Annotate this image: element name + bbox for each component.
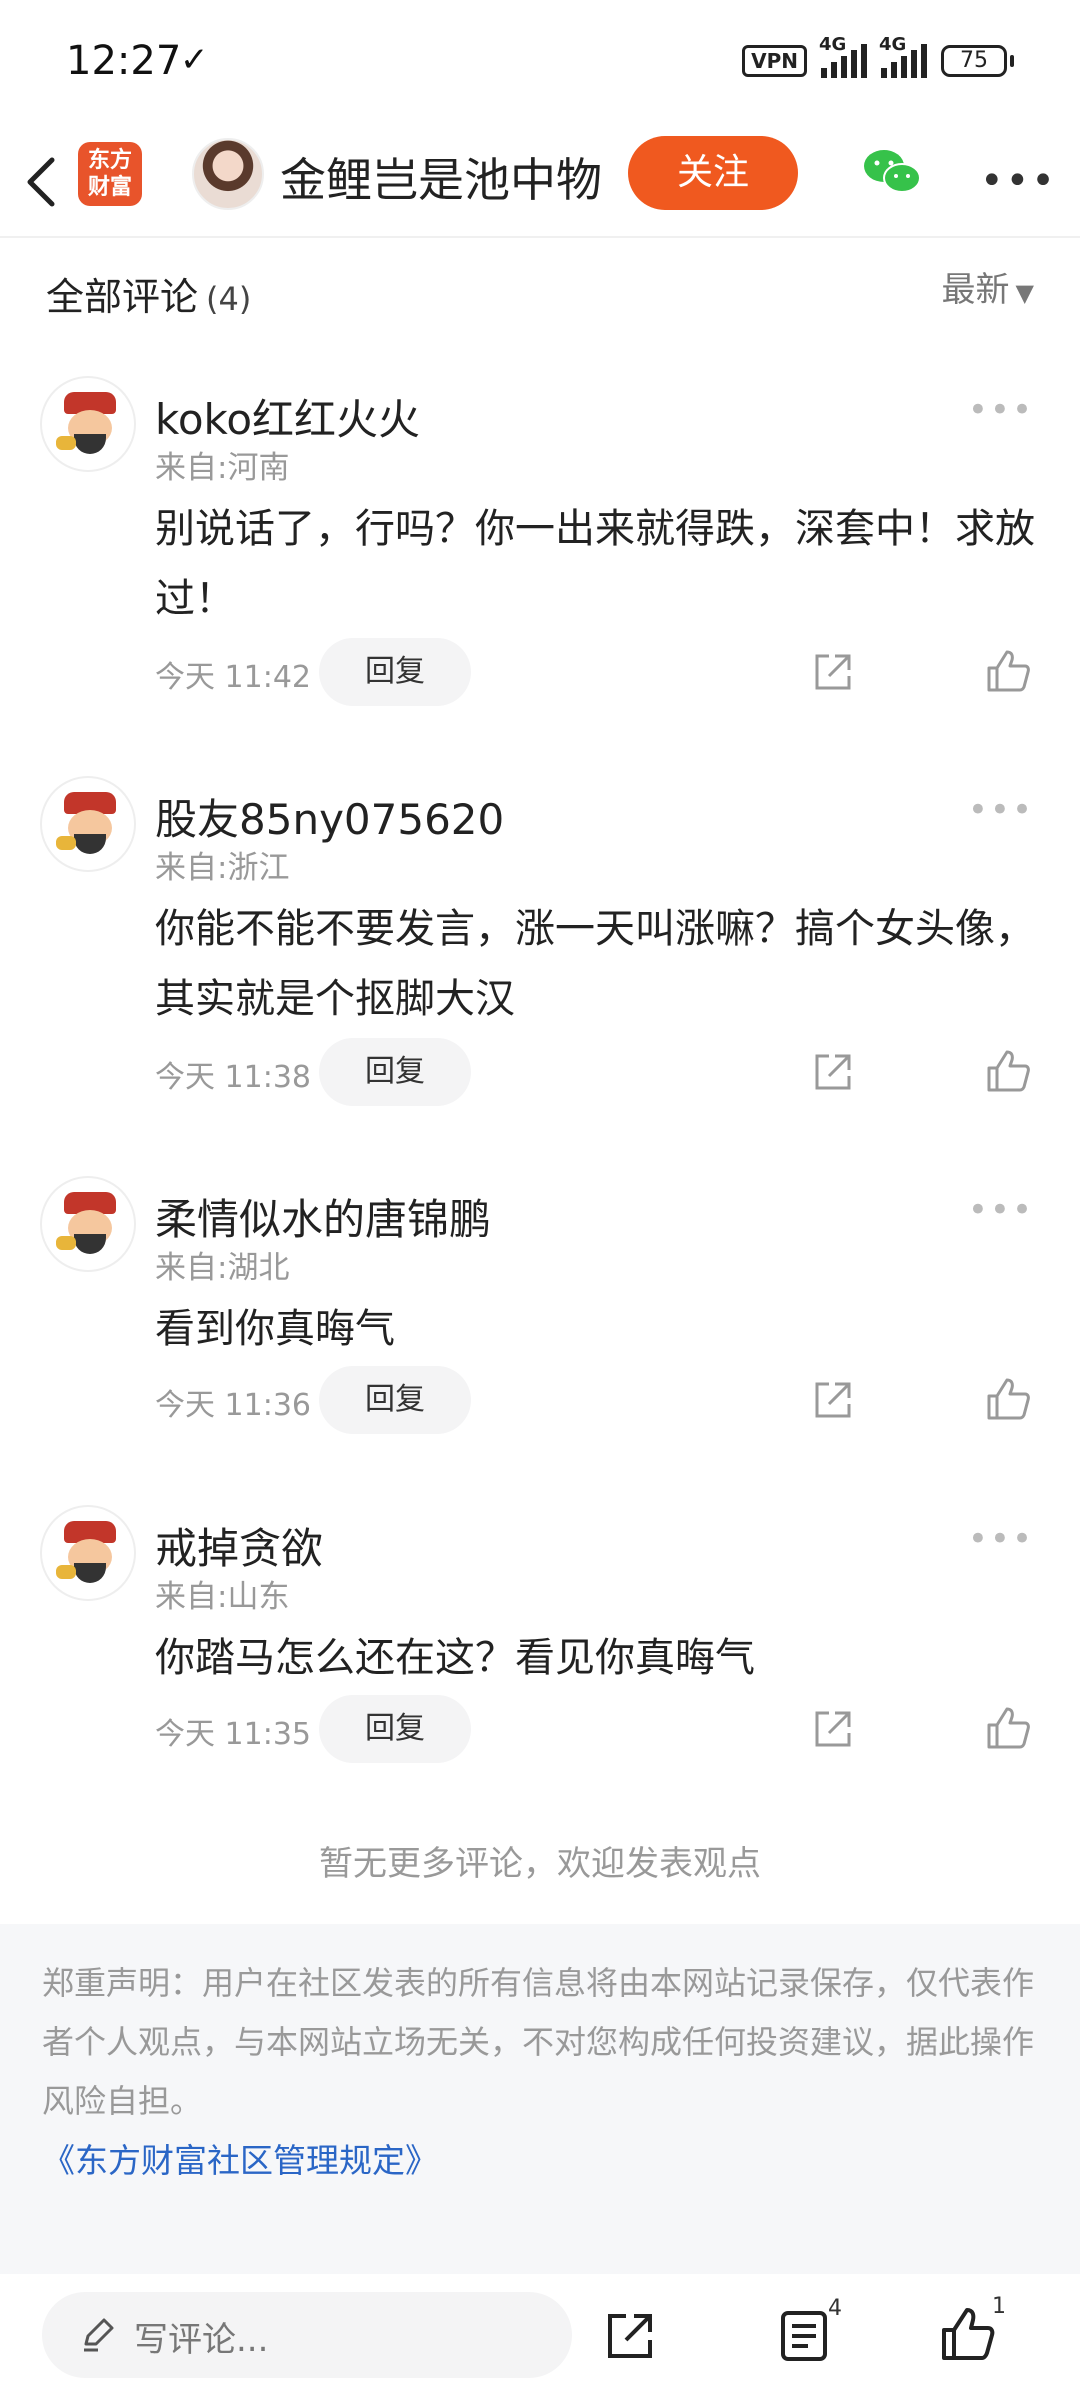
comment-input-placeholder: 写评论... bbox=[134, 2320, 269, 2360]
comment-item: koko红红火火 来自:河南 ••• 别说话了，行吗？你一出来就得跌，深套中！求… bbox=[0, 376, 1080, 716]
share-icon[interactable] bbox=[811, 1050, 855, 1094]
vpn-badge: VPN bbox=[742, 45, 807, 77]
back-arrow-icon[interactable] bbox=[22, 152, 62, 212]
network-label: 4G bbox=[819, 34, 847, 55]
commenter-name[interactable]: 柔情似水的唐锦鹏 bbox=[155, 1186, 491, 1247]
author-name[interactable]: 金鲤岂是池中物 bbox=[280, 144, 602, 210]
commenter-avatar[interactable] bbox=[40, 376, 136, 472]
top-bar: 东方 财富 金鲤岂是池中物 关注 ••• bbox=[0, 130, 1080, 238]
comment-count-badge: 4 bbox=[828, 2296, 842, 2321]
comment-more-icon[interactable]: ••• bbox=[968, 1190, 1034, 1230]
like-icon[interactable] bbox=[985, 1048, 1031, 1094]
app-root: 12:27 ✓ VPN 4G 4G 75 东方 财富 金鲤岂是池中物 关注 ••… bbox=[0, 0, 1080, 2400]
commenter-location: 来自:河南 bbox=[155, 450, 290, 486]
battery-level: 75 bbox=[941, 45, 1007, 77]
sort-label: 最新 bbox=[941, 270, 1010, 310]
share-icon[interactable] bbox=[811, 1378, 855, 1422]
commenter-avatar[interactable] bbox=[40, 1505, 136, 1601]
reply-button[interactable]: 回复 bbox=[319, 1695, 471, 1763]
like-icon[interactable] bbox=[985, 1376, 1031, 1422]
comment-time: 今天 11:36 bbox=[155, 1388, 311, 1423]
comment-actions: 今天 11:42 回复 bbox=[155, 638, 1080, 706]
status-bar: 12:27 ✓ VPN 4G 4G 75 bbox=[0, 0, 1080, 130]
check-icon: ✓ bbox=[180, 40, 209, 80]
more-icon[interactable]: ••• bbox=[980, 158, 1057, 204]
comment-actions: 今天 11:35 回复 bbox=[155, 1695, 1080, 1763]
share-icon[interactable] bbox=[811, 650, 855, 694]
comment-item: 戒掉贪欲 来自:山东 ••• 你踏马怎么还在这？看见你真晦气 今天 11:35 … bbox=[0, 1505, 1080, 1765]
network-label-2: 4G bbox=[879, 34, 907, 55]
comment-time: 今天 11:35 bbox=[155, 1717, 311, 1752]
commenter-location: 来自:湖北 bbox=[155, 1250, 290, 1286]
disclaimer-text: 郑重声明：用户在社区发表的所有信息将由本网站记录保存，仅代表作者个人观点，与本网… bbox=[42, 1964, 1035, 2120]
comments-count: (4) bbox=[206, 280, 252, 318]
reply-button[interactable]: 回复 bbox=[319, 1366, 471, 1434]
comment-item: 股友85ny075620 来自:浙江 ••• 你能不能不要发言，涨一天叫涨嘛？搞… bbox=[0, 776, 1080, 1116]
like-icon[interactable] bbox=[985, 1705, 1031, 1751]
caret-down-icon: ▼ bbox=[1015, 279, 1034, 307]
follow-button[interactable]: 关注 bbox=[628, 136, 798, 210]
share-icon[interactable] bbox=[604, 2310, 656, 2362]
commenter-name[interactable]: 戒掉贪欲 bbox=[155, 1515, 323, 1576]
like-count-badge: 1 bbox=[992, 2294, 1006, 2319]
comment-text: 你能不能不要发言，涨一天叫涨嘛？搞个女头像，其实就是个抠脚大汉 bbox=[155, 906, 1035, 1022]
comment-more-icon[interactable]: ••• bbox=[968, 1519, 1034, 1559]
signal-icon-2: 4G bbox=[879, 34, 927, 78]
no-more-comments: 暂无更多评论，欢迎发表观点 bbox=[319, 1844, 761, 1884]
comment-text: 别说话了，行吗？你一出来就得跌，深套中！求放过！ bbox=[155, 506, 1035, 622]
disclaimer-section: 郑重声明：用户在社区发表的所有信息将由本网站记录保存，仅代表作者个人观点，与本网… bbox=[0, 1924, 1080, 2274]
comment-time: 今天 11:42 bbox=[155, 660, 311, 695]
status-time: 12:27 bbox=[66, 38, 182, 84]
commenter-location: 来自:山东 bbox=[155, 1579, 290, 1615]
commenter-name[interactable]: koko红红火火 bbox=[155, 386, 420, 447]
commenter-location: 来自:浙江 bbox=[155, 850, 290, 886]
like-icon[interactable] bbox=[940, 2306, 996, 2362]
comment-text: 看到你真晦气 bbox=[155, 1306, 395, 1352]
sort-dropdown[interactable]: 最新 ▼ bbox=[942, 262, 1034, 311]
comment-input[interactable]: 写评论... bbox=[42, 2292, 572, 2378]
comments-list-icon[interactable] bbox=[778, 2308, 830, 2364]
reply-button[interactable]: 回复 bbox=[319, 1038, 471, 1106]
comments-header: 全部评论 (4) bbox=[46, 266, 251, 321]
comment-time: 今天 11:38 bbox=[155, 1060, 311, 1095]
author-avatar[interactable] bbox=[192, 138, 264, 210]
comment-item: 柔情似水的唐锦鹏 来自:湖北 ••• 看到你真晦气 今天 11:36 回复 bbox=[0, 1176, 1080, 1436]
bottom-bar: 写评论... 4 1 bbox=[0, 2274, 1080, 2400]
signal-icon: 4G bbox=[819, 34, 867, 78]
wechat-icon[interactable] bbox=[862, 146, 922, 198]
like-icon[interactable] bbox=[985, 648, 1031, 694]
app-logo: 东方 财富 bbox=[78, 142, 142, 206]
commenter-avatar[interactable] bbox=[40, 1176, 136, 1272]
comment-more-icon[interactable]: ••• bbox=[968, 390, 1034, 430]
comment-actions: 今天 11:36 回复 bbox=[155, 1366, 1080, 1434]
community-rules-link[interactable]: 《东方财富社区管理规定》 bbox=[42, 2134, 438, 2182]
comment-actions: 今天 11:38 回复 bbox=[155, 1038, 1080, 1106]
commenter-avatar[interactable] bbox=[40, 776, 136, 872]
pen-icon bbox=[84, 2318, 114, 2352]
status-icons: VPN 4G 4G 75 bbox=[742, 34, 1014, 78]
battery-icon: 75 bbox=[941, 45, 1014, 77]
comments-title: 全部评论 bbox=[46, 275, 199, 319]
share-icon[interactable] bbox=[811, 1707, 855, 1751]
commenter-name[interactable]: 股友85ny075620 bbox=[155, 786, 504, 847]
reply-button[interactable]: 回复 bbox=[319, 638, 471, 706]
comment-text: 你踏马怎么还在这？看见你真晦气 bbox=[155, 1635, 755, 1681]
comment-more-icon[interactable]: ••• bbox=[968, 790, 1034, 830]
